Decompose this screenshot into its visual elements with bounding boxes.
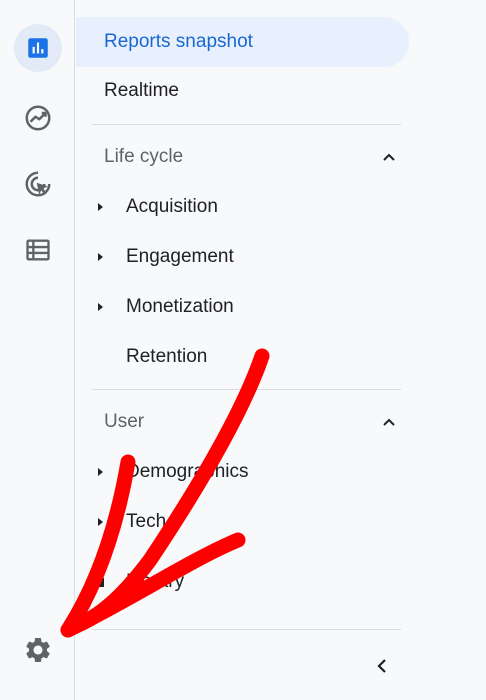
nav-item-realtime[interactable]: Realtime <box>84 66 404 116</box>
collapse-nav-button[interactable] <box>368 652 396 680</box>
list-table-icon <box>26 239 50 261</box>
trending-icon <box>25 105 51 131</box>
library-icon <box>92 574 108 590</box>
nav-item-label: Library <box>126 571 185 592</box>
explore-nav-button[interactable] <box>14 94 62 142</box>
caret-right-icon[interactable] <box>92 199 108 215</box>
nav-item-monetization[interactable]: Monetization <box>92 287 412 327</box>
nav-item-label: Reports snapshot <box>104 31 253 52</box>
gear-icon <box>26 638 50 662</box>
nav-item-label: Monetization <box>126 296 234 317</box>
bar-chart-icon <box>28 38 48 58</box>
caret-right-icon[interactable] <box>92 514 108 530</box>
caret-right-icon[interactable] <box>92 464 108 480</box>
admin-settings-button[interactable] <box>14 626 62 674</box>
section-title: Life cycle <box>104 146 184 167</box>
nav-item-label: Demographics <box>126 461 249 482</box>
divider <box>92 389 401 390</box>
caret-right-icon[interactable] <box>92 249 108 265</box>
nav-item-label: Retention <box>126 346 208 367</box>
nav-item-tech[interactable]: Tech <box>92 502 412 542</box>
nav-item-demographics[interactable]: Demographics <box>92 452 412 492</box>
chevron-up-icon <box>377 145 401 169</box>
divider <box>92 124 401 125</box>
nav-item-retention[interactable]: Retention <box>92 337 412 377</box>
chevron-up-icon <box>377 410 401 434</box>
reports-nav-panel: Reports snapshot Realtime Life cycle Acq… <box>76 0 486 700</box>
nav-item-reports-snapshot[interactable]: Reports snapshot <box>76 17 409 67</box>
reports-nav-button[interactable] <box>14 24 62 72</box>
section-header-life-cycle[interactable]: Life cycle <box>104 137 401 177</box>
configure-nav-button[interactable] <box>14 226 62 274</box>
divider <box>92 629 401 630</box>
caret-right-icon[interactable] <box>92 299 108 315</box>
nav-item-acquisition[interactable]: Acquisition <box>92 187 412 227</box>
section-header-user[interactable]: User <box>104 402 401 442</box>
advertising-nav-button[interactable] <box>14 160 62 208</box>
nav-item-library[interactable]: Library <box>92 562 412 602</box>
cursor-target-icon <box>25 171 51 197</box>
nav-item-label: Engagement <box>126 246 234 267</box>
chevron-left-icon <box>377 659 386 673</box>
nav-item-label: Realtime <box>104 80 179 101</box>
nav-item-label: Tech <box>126 511 167 532</box>
icon-rail <box>0 0 75 700</box>
nav-item-engagement[interactable]: Engagement <box>92 237 412 277</box>
section-title: User <box>104 411 145 432</box>
nav-item-label: Acquisition <box>126 196 218 217</box>
